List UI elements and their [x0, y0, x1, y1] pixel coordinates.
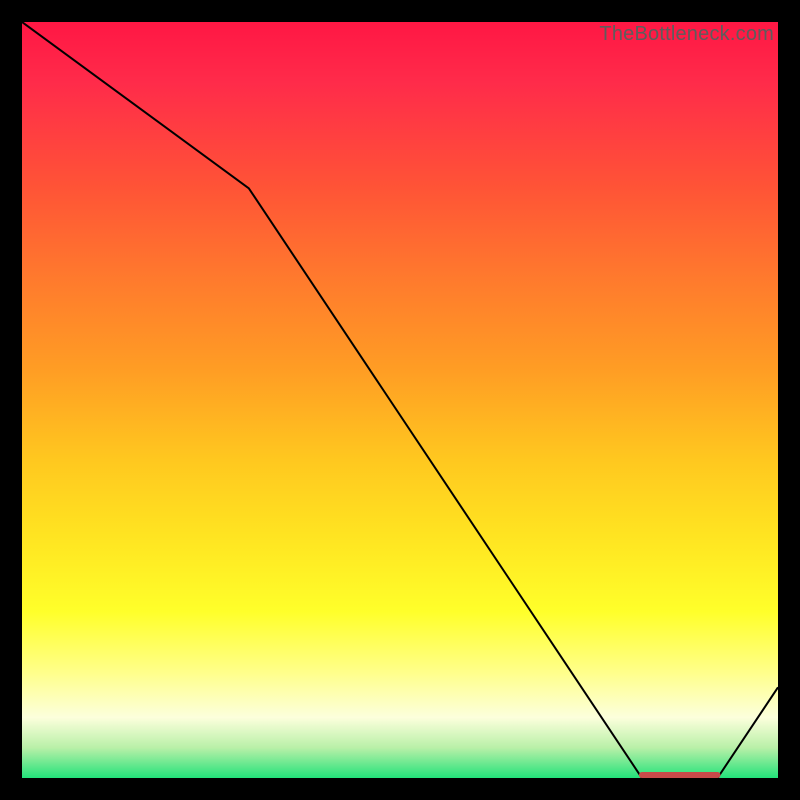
plot-area: TheBottleneck.com [22, 22, 778, 778]
watermark-label: TheBottleneck.com [599, 23, 774, 46]
chart-line [22, 22, 778, 778]
chart-frame: TheBottleneck.com [0, 0, 800, 800]
chart-svg [22, 22, 778, 778]
